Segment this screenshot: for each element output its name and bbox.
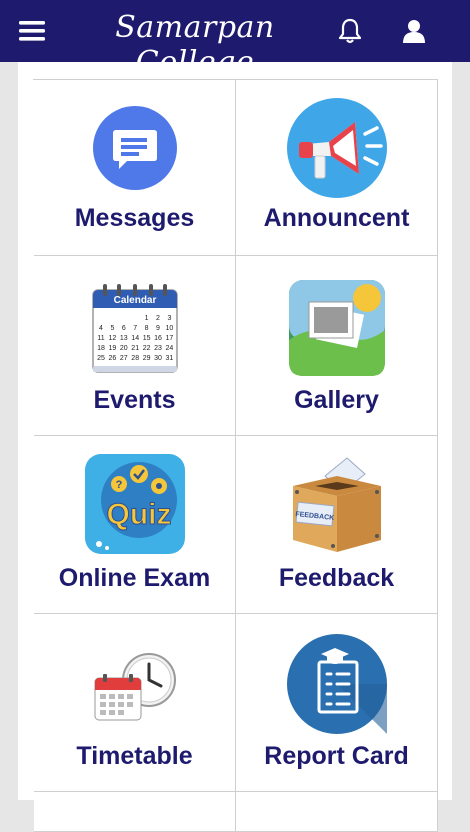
calendar-day: 20 xyxy=(119,345,127,352)
calendar-day: 5 xyxy=(110,325,114,332)
gallery-icon xyxy=(285,276,389,380)
calendar-day: 15 xyxy=(142,335,150,342)
bell-icon[interactable] xyxy=(328,0,372,62)
svg-text:?: ? xyxy=(115,479,122,491)
calendar-day: 18 xyxy=(97,345,105,352)
tile-label: Events xyxy=(93,386,176,414)
calendar-day: 26 xyxy=(108,355,116,362)
tile-next-left[interactable] xyxy=(34,792,236,832)
calendar-day: 17 xyxy=(165,335,173,342)
tile-label: Online Exam xyxy=(58,564,211,592)
calendar-day: 21 xyxy=(131,345,139,352)
calendar-day: 8 xyxy=(144,325,148,332)
user-icon[interactable] xyxy=(392,0,436,62)
calendar-day: 25 xyxy=(97,355,105,362)
calendar-day: 29 xyxy=(142,355,150,362)
dashboard-grid: Messages Announcent Calendar 1 2 3 4 5 6… xyxy=(33,79,438,832)
calendar-day: 19 xyxy=(108,345,116,352)
calendar-day: 1 xyxy=(144,315,148,322)
feedback-box-icon: FEEDBACK xyxy=(285,452,389,556)
tile-events[interactable]: Calendar 1 2 3 4 5 6 7 8 9 10 11 12 13 14 15 16 17 18 19 20… xyxy=(34,256,236,436)
calendar-day: 14 xyxy=(131,335,139,342)
tile-label: Feedback xyxy=(278,564,395,592)
calendar-day: 10 xyxy=(165,325,173,332)
calendar-day: 4 xyxy=(99,325,103,332)
app-header: Samarpan College xyxy=(0,0,470,80)
dashboard-panel: Messages Announcent Calendar 1 2 3 4 5 6… xyxy=(18,62,452,832)
quiz-icon: ? Quiz xyxy=(83,452,187,556)
calendar-day: 24 xyxy=(165,345,173,352)
tile-messages[interactable]: Messages xyxy=(34,80,236,256)
calendar-icon: Calendar 1 2 3 4 5 6 7 8 9 10 11 12 13 14 15 16 17 18 19 20… xyxy=(83,276,187,380)
calendar-day: 11 xyxy=(97,335,104,342)
tile-label: Announcent xyxy=(263,204,410,232)
megaphone-icon xyxy=(285,96,389,200)
tile-label: Gallery xyxy=(294,386,379,414)
calendar-day: 6 xyxy=(121,325,125,332)
calendar-day: 3 xyxy=(167,315,171,322)
calendar-day: 7 xyxy=(133,325,137,332)
tile-label: Report Card xyxy=(264,742,409,770)
timetable-icon xyxy=(83,632,187,736)
svg-text:Quiz: Quiz xyxy=(106,498,171,531)
calendar-day: 16 xyxy=(154,335,162,342)
tile-gallery[interactable]: Gallery xyxy=(236,256,438,436)
svg-text:Calendar: Calendar xyxy=(113,295,156,306)
calendar-day: 9 xyxy=(156,325,160,332)
tile-label: Messages xyxy=(74,204,195,232)
report-card-icon xyxy=(285,632,389,736)
tile-label: Timetable xyxy=(76,742,193,770)
calendar-day: 12 xyxy=(108,335,116,342)
calendar-day: 30 xyxy=(154,355,162,362)
calendar-day: 31 xyxy=(165,355,173,362)
calendar-day: 2 xyxy=(156,315,160,322)
tile-timetable[interactable]: Timetable xyxy=(34,614,236,792)
calendar-day: 13 xyxy=(119,335,127,342)
tile-announcement[interactable]: Announcent xyxy=(236,80,438,256)
calendar-day: 23 xyxy=(154,345,162,352)
calendar-day: 22 xyxy=(142,345,150,352)
tile-feedback[interactable]: FEEDBACK Feedback xyxy=(236,436,438,614)
tile-report-card[interactable]: Report Card xyxy=(236,614,438,792)
calendar-day: 28 xyxy=(131,355,139,362)
calendar-day: 27 xyxy=(119,355,127,362)
tile-online-exam[interactable]: ? Quiz Online Exam xyxy=(34,436,236,614)
tile-next-right[interactable] xyxy=(236,792,438,832)
hamburger-menu-icon[interactable] xyxy=(8,0,56,62)
messages-icon xyxy=(83,96,187,200)
